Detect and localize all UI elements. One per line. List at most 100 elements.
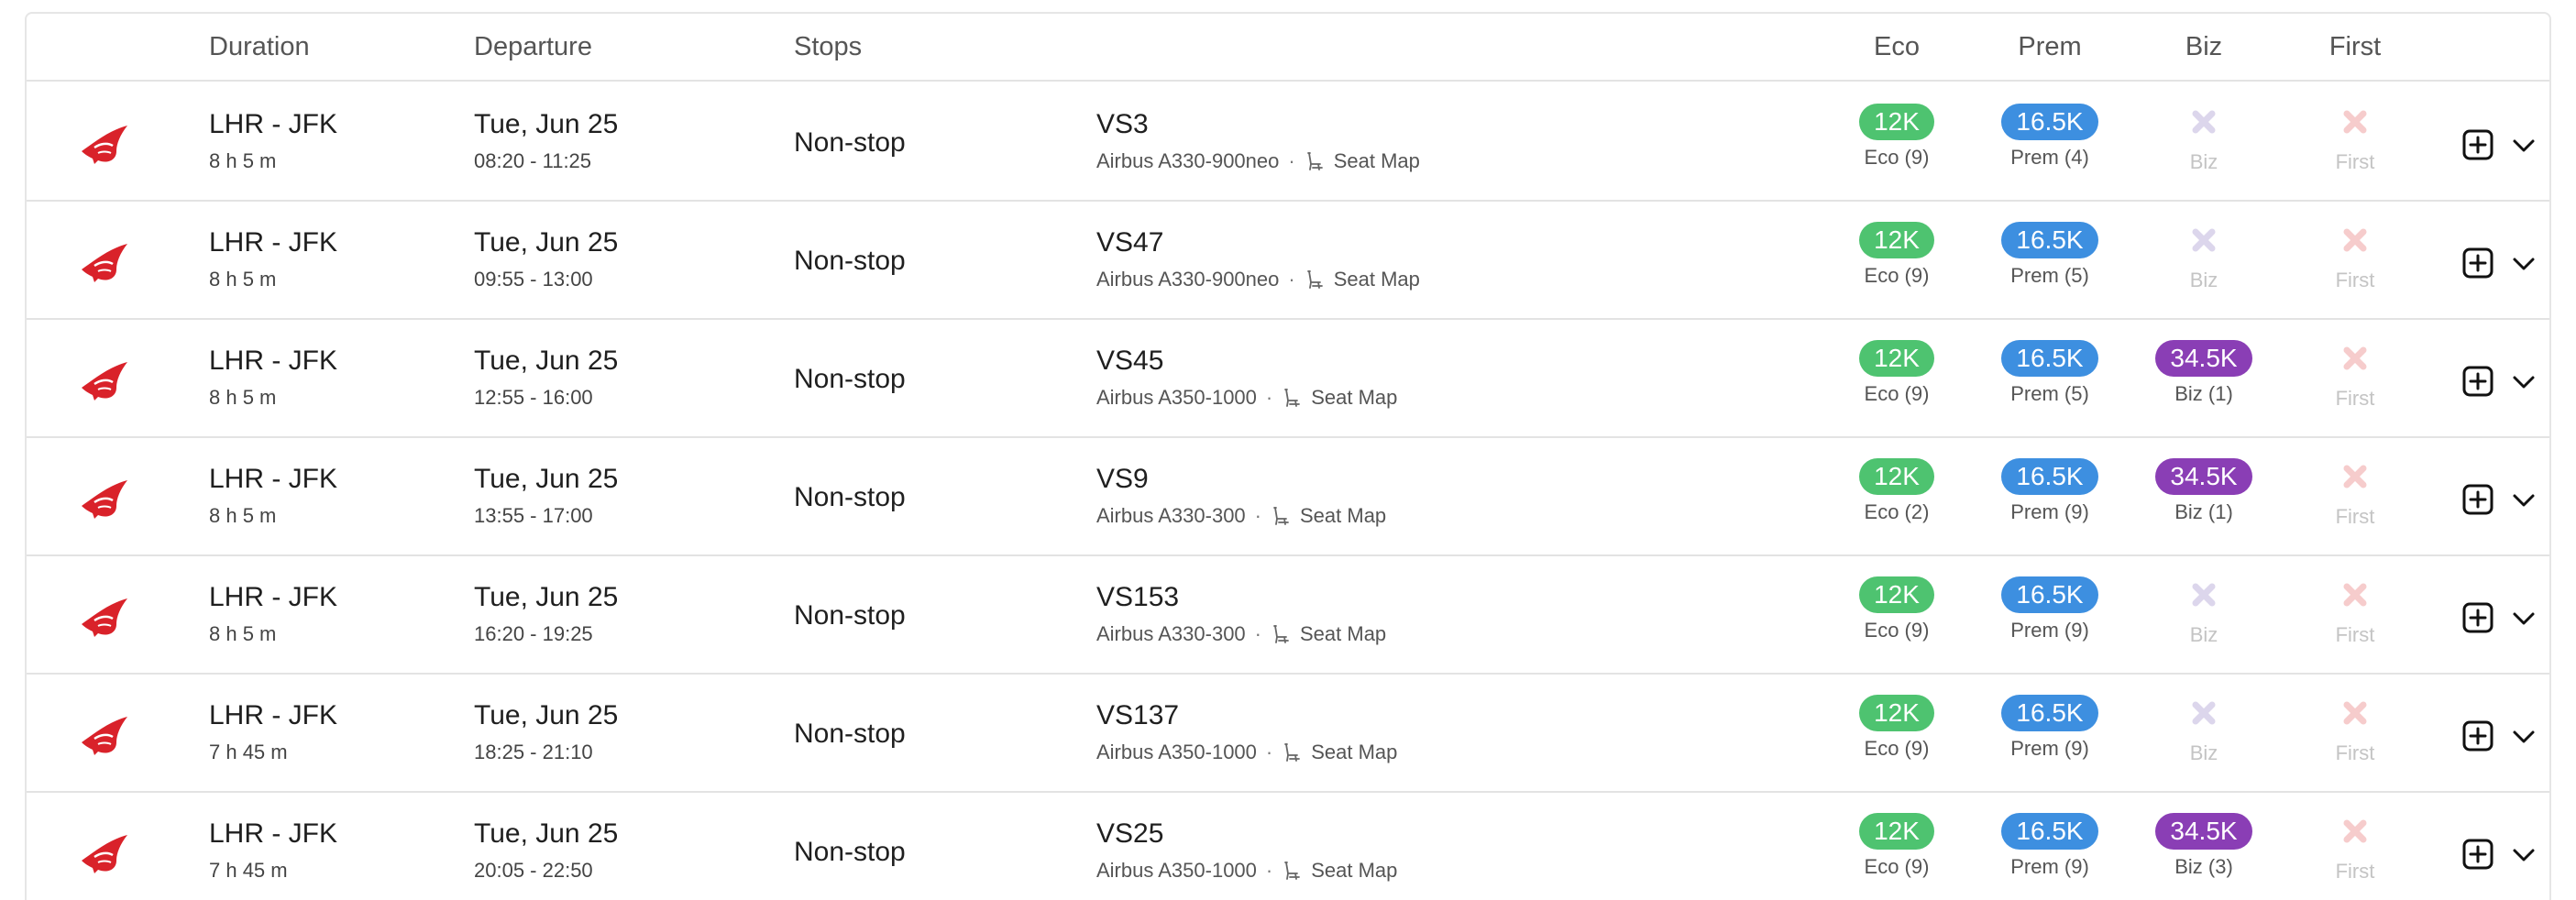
fare-biz[interactable]: 34.5K Biz (1) [2140,458,2268,524]
flight-row[interactable]: LHR - JFK 8 h 5 m Tue, Jun 25 13:55 - 17… [27,438,2549,556]
seat-map-link[interactable]: Seat Map [1334,268,1420,291]
seat-map-link[interactable]: Seat Map [1300,622,1386,646]
prem-price-badge[interactable]: 16.5K [2001,458,2098,495]
eco-price-badge[interactable]: 12K [1859,458,1934,495]
eco-availability-label: Eco (9) [1864,382,1930,405]
route-label: LHR - JFK [209,700,338,730]
flight-number: VS25 [1096,818,1164,849]
flight-row[interactable]: LHR - JFK 8 h 5 m Tue, Jun 25 12:55 - 16… [27,320,2549,438]
duration-label: 8 h 5 m [209,386,277,409]
fare-prem[interactable]: 16.5K Prem (5) [1986,222,2114,288]
add-flight-button[interactable] [2462,247,2493,279]
fare-biz[interactable]: Biz [2140,222,2268,292]
add-flight-button[interactable] [2462,129,2493,160]
chevron-down-icon[interactable] [2511,255,2537,273]
biz-availability-label: Biz (3) [2174,855,2233,878]
fare-biz[interactable]: Biz [2140,576,2268,647]
virgin-atlantic-logo-icon [82,362,127,401]
eco-price-badge[interactable]: 12K [1859,340,1934,377]
fare-prem[interactable]: 16.5K Prem (5) [1986,340,2114,406]
fare-eco[interactable]: 12K Eco (9) [1833,813,1961,879]
chevron-down-icon[interactable] [2511,609,2537,628]
chevron-down-icon[interactable] [2511,728,2537,746]
biz-price-badge[interactable]: 34.5K [2155,813,2252,850]
flight-row[interactable]: LHR - JFK 8 h 5 m Tue, Jun 25 09:55 - 13… [27,202,2549,320]
prem-price-badge[interactable]: 16.5K [2001,104,2098,140]
fare-first[interactable]: First [2291,576,2419,647]
eco-price-badge[interactable]: 12K [1859,813,1934,850]
header-prem[interactable]: Prem [2018,32,2081,62]
prem-price-badge[interactable]: 16.5K [2001,340,2098,377]
fare-first[interactable]: First [2291,340,2419,411]
virgin-atlantic-logo-icon [82,717,127,755]
add-flight-button[interactable] [2462,602,2493,633]
header-departure[interactable]: Departure [474,32,592,62]
fare-eco[interactable]: 12K Eco (2) [1833,458,1961,524]
eco-price-badge[interactable]: 12K [1859,695,1934,731]
fare-first[interactable]: First [2291,458,2419,529]
biz-price-badge[interactable]: 34.5K [2155,340,2252,377]
unavailable-x-icon [2343,819,2367,843]
prem-price-badge[interactable]: 16.5K [2001,695,2098,731]
route-label: LHR - JFK [209,818,338,849]
add-flight-button[interactable] [2462,720,2493,752]
fare-biz[interactable]: 34.5K Biz (1) [2140,340,2268,406]
fare-biz[interactable]: Biz [2140,695,2268,765]
chevron-down-icon[interactable] [2511,846,2537,864]
chevron-down-icon[interactable] [2511,137,2537,155]
fare-first[interactable]: First [2291,695,2419,765]
route-label: LHR - JFK [209,464,338,494]
unavailable-x-icon [2192,701,2216,725]
prem-availability-label: Prem (5) [2010,382,2089,405]
eco-price-badge[interactable]: 12K [1859,222,1934,258]
fare-eco[interactable]: 12K Eco (9) [1833,576,1961,642]
fare-biz[interactable]: Biz [2140,104,2268,174]
eco-price-badge[interactable]: 12K [1859,104,1934,140]
prem-price-badge[interactable]: 16.5K [2001,813,2098,850]
fare-prem[interactable]: 16.5K Prem (9) [1986,695,2114,761]
aircraft-info: Airbus A350-1000 · Seat Map [1096,859,1397,883]
fare-first[interactable]: First [2291,813,2419,884]
prem-price-badge[interactable]: 16.5K [2001,222,2098,258]
add-flight-button[interactable] [2462,366,2493,397]
departure-date: Tue, Jun 25 [474,346,619,376]
header-biz[interactable]: Biz [2185,32,2222,62]
fare-prem[interactable]: 16.5K Prem (4) [1986,104,2114,170]
eco-price-badge[interactable]: 12K [1859,576,1934,613]
chevron-down-icon[interactable] [2511,491,2537,510]
seat-map-link[interactable]: Seat Map [1300,504,1386,528]
header-eco[interactable]: Eco [1874,32,1920,62]
fare-first[interactable]: First [2291,104,2419,174]
fare-prem[interactable]: 16.5K Prem (9) [1986,576,2114,642]
flight-number: VS47 [1096,227,1164,258]
fare-eco[interactable]: 12K Eco (9) [1833,222,1961,288]
fare-first[interactable]: First [2291,222,2419,292]
unavailable-x-icon [2343,465,2367,488]
fare-biz[interactable]: 34.5K Biz (3) [2140,813,2268,879]
add-flight-button[interactable] [2462,839,2493,870]
flight-row[interactable]: LHR - JFK 7 h 45 m Tue, Jun 25 20:05 - 2… [27,793,2549,900]
header-duration[interactable]: Duration [209,32,310,62]
seat-map-link[interactable]: Seat Map [1334,149,1420,173]
fare-prem[interactable]: 16.5K Prem (9) [1986,458,2114,524]
seat-map-link[interactable]: Seat Map [1311,859,1397,883]
flight-row[interactable]: LHR - JFK 8 h 5 m Tue, Jun 25 08:20 - 11… [27,83,2549,202]
add-flight-button[interactable] [2462,484,2493,515]
chevron-down-icon[interactable] [2511,373,2537,391]
flight-row[interactable]: LHR - JFK 8 h 5 m Tue, Jun 25 16:20 - 19… [27,556,2549,675]
header-first[interactable]: First [2329,32,2381,62]
flight-row[interactable]: LHR - JFK 7 h 45 m Tue, Jun 25 18:25 - 2… [27,675,2549,793]
fare-eco[interactable]: 12K Eco (9) [1833,695,1961,761]
fare-eco[interactable]: 12K Eco (9) [1833,104,1961,170]
fare-prem[interactable]: 16.5K Prem (9) [1986,813,2114,879]
prem-price-badge[interactable]: 16.5K [2001,576,2098,613]
header-stops[interactable]: Stops [794,32,862,62]
seat-map-link[interactable]: Seat Map [1311,741,1397,764]
biz-price-badge[interactable]: 34.5K [2155,458,2252,495]
seat-icon [1284,862,1301,880]
seat-map-link[interactable]: Seat Map [1311,386,1397,410]
seat-icon [1306,152,1323,170]
fare-eco[interactable]: 12K Eco (9) [1833,340,1961,406]
departure-date: Tue, Jun 25 [474,464,619,494]
unavailable-x-icon [2192,228,2216,252]
